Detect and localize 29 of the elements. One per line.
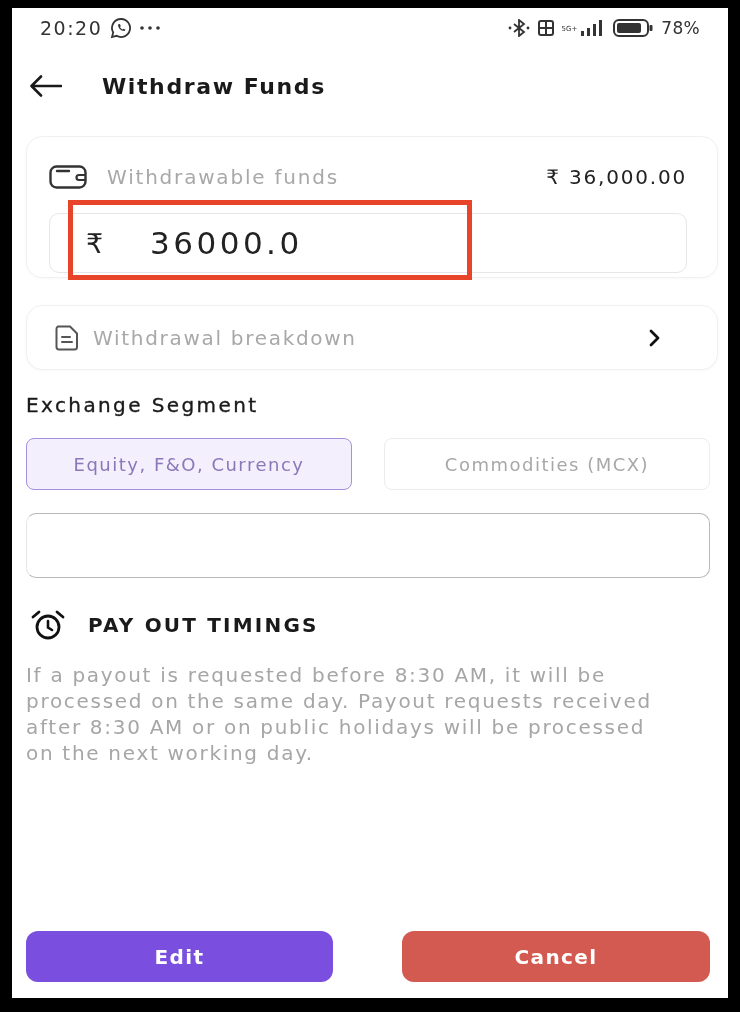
chat-bubble-icon bbox=[110, 17, 133, 39]
payout-description: If a payout is requested before 8:30 AM, it will be processed on the same day. Payout requests received after 8:30 AM or on public holidays will be processed on the next working day. bbox=[26, 662, 653, 766]
payout-title: PAY OUT TIMINGS bbox=[88, 613, 319, 637]
currency-symbol: ₹ bbox=[86, 227, 105, 259]
breakdown-label: Withdrawal breakdown bbox=[93, 325, 358, 350]
document-icon bbox=[55, 324, 79, 351]
amount-value: 36000.0 bbox=[150, 225, 303, 261]
input-field[interactable] bbox=[26, 513, 710, 578]
breakdown-row[interactable]: Withdrawal breakdown bbox=[26, 305, 718, 370]
edit-button[interactable]: Edit bbox=[26, 931, 333, 982]
battery-percent: 78% bbox=[661, 18, 700, 38]
battery-icon bbox=[613, 19, 654, 37]
segment-option[interactable]: Equity, F&O, Currency bbox=[26, 438, 352, 490]
cancel-button[interactable]: Cancel bbox=[402, 931, 710, 982]
wallet-icon bbox=[49, 165, 87, 189]
funds-amount: ₹ 36,000.00 bbox=[546, 165, 687, 189]
funds-label: Withdrawable funds bbox=[107, 165, 341, 189]
chevron-right-icon bbox=[649, 328, 661, 347]
segment-option[interactable]: Commodities (MCX) bbox=[384, 438, 710, 490]
alarm-clock-icon bbox=[30, 610, 66, 640]
status-time: 20:20 bbox=[40, 17, 103, 39]
sim-icon bbox=[537, 20, 554, 36]
section-title: Exchange Segment bbox=[26, 394, 260, 416]
back-arrow-icon bbox=[30, 75, 62, 97]
more-dots-icon bbox=[140, 26, 161, 30]
amount-field[interactable]: ₹ 36000.0 bbox=[49, 213, 687, 273]
bluetooth-icon bbox=[507, 19, 530, 37]
back-button[interactable] bbox=[30, 74, 64, 98]
page-title: Withdraw Funds bbox=[102, 73, 326, 99]
